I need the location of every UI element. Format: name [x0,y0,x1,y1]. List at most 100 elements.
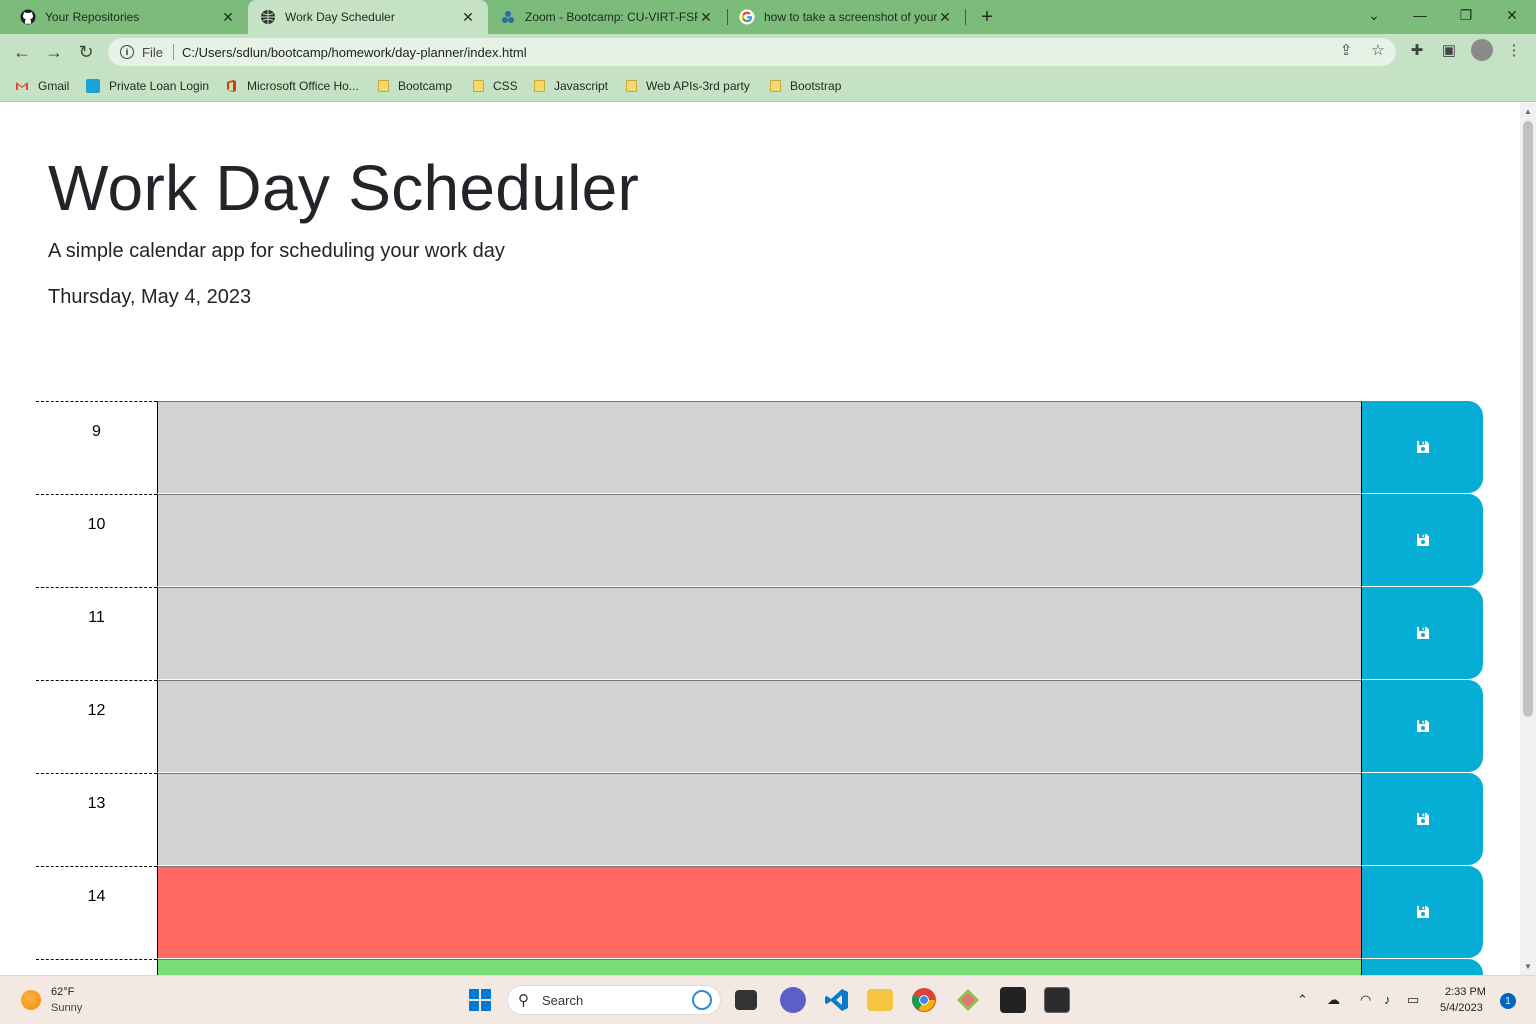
new-tab-button[interactable]: + [975,5,999,29]
save-button[interactable] [1362,401,1483,493]
save-button[interactable] [1362,494,1483,586]
teams-chat-icon[interactable] [780,987,806,1013]
extensions-icon[interactable]: ✚ [1407,40,1427,60]
terminal-icon[interactable] [1044,987,1070,1013]
save-floppy-icon [1416,533,1430,547]
bookmark-label: Web APIs-3rd party [646,79,750,93]
time-block-row: 14 [36,866,1483,959]
profile-avatar[interactable] [1471,39,1493,61]
page-scrollbar[interactable]: ▲ ▼ [1520,103,1536,975]
side-panel-icon[interactable]: ▣ [1439,40,1459,60]
url-text[interactable]: C:/Users/sdlun/bootcamp/homework/day-pla… [182,45,527,60]
close-window-button[interactable]: ✕ [1489,0,1535,30]
bookmark-folder-javascript[interactable]: Javascript [534,76,608,96]
bookmark-folder-bootcamp[interactable]: Bootcamp [378,76,452,96]
restore-button[interactable]: ❐ [1443,0,1489,30]
zoom-icon [500,9,516,25]
wifi-icon[interactable]: ◠ [1360,992,1371,1008]
time-block-container: 9 10 11 12 13 14 [36,401,1483,975]
time-block-row [36,959,1483,975]
bookmark-folder-bootstrap[interactable]: Bootstrap [770,76,841,96]
save-floppy-icon [1416,719,1430,733]
save-button[interactable] [1362,959,1483,975]
event-description-input[interactable] [157,680,1362,773]
gmail-icon [16,82,28,90]
hour-label: 13 [36,773,157,866]
tab-title: how to take a screenshot of your [764,10,937,24]
bookmark-label: Gmail [38,79,70,93]
save-button[interactable] [1362,866,1483,958]
back-button[interactable]: ← [10,40,34,64]
file-explorer-icon[interactable] [867,989,893,1011]
omnibox-divider [172,44,174,60]
scroll-up-arrow-icon[interactable]: ▲ [1524,107,1532,116]
notification-badge[interactable]: 1 [1500,993,1516,1009]
event-description-input[interactable] [157,773,1362,866]
event-description-input[interactable] [157,494,1362,587]
tab-google-search[interactable]: how to take a screenshot of your ✕ [727,0,965,34]
share-icon[interactable]: ⇪ [1336,40,1356,60]
weather-sun-icon[interactable] [21,990,41,1010]
event-description-input[interactable] [157,587,1362,680]
vscode-icon[interactable] [824,987,850,1013]
hour-label: 12 [36,680,157,773]
scroll-down-arrow-icon[interactable]: ▼ [1524,962,1532,971]
onedrive-cloud-icon[interactable]: ☁ [1327,992,1340,1008]
event-description-input[interactable] [157,959,1362,975]
bookmark-label: CSS [493,79,518,93]
scrollbar-thumb[interactable] [1523,121,1533,717]
git-app-icon[interactable] [955,987,981,1013]
save-floppy-icon [1416,626,1430,640]
event-description-input[interactable] [157,401,1362,494]
save-floppy-icon [1416,905,1430,919]
browser-toolbar: ← → ↻ i File C:/Users/sdlun/bootcamp/hom… [0,34,1536,70]
tab-strip: Your Repositories ✕ Work Day Scheduler ✕… [0,0,1536,34]
tab-work-day-scheduler[interactable]: Work Day Scheduler ✕ [248,0,488,34]
save-floppy-icon [1416,440,1430,454]
bookmark-folder-web-apis[interactable]: Web APIs-3rd party [626,76,750,96]
save-button[interactable] [1362,773,1483,865]
clock-time[interactable]: 2:33 PM [1445,986,1486,998]
save-button[interactable] [1362,680,1483,772]
bookmark-office[interactable]: Microsoft Office Ho... [224,76,359,96]
close-tab-icon[interactable]: ✕ [220,9,236,25]
tab-your-repositories[interactable]: Your Repositories ✕ [8,0,248,34]
address-bar[interactable]: i File C:/Users/sdlun/bootcamp/homework/… [108,38,1396,66]
folder-icon [473,80,484,92]
bookmark-folder-css[interactable]: CSS [473,76,518,96]
bing-icon[interactable] [692,990,712,1010]
event-description-input[interactable] [157,866,1362,959]
bookmark-private-loan[interactable]: Private Loan Login [86,76,209,96]
close-tab-icon[interactable]: ✕ [698,9,714,25]
save-button[interactable] [1362,587,1483,679]
close-tab-icon[interactable]: ✕ [937,9,953,25]
battery-icon[interactable]: ▭ [1407,992,1419,1008]
sticky-notes-icon[interactable] [1000,987,1026,1013]
google-icon [739,9,755,25]
menu-kebab-icon[interactable]: ⋮ [1504,40,1524,60]
volume-icon[interactable]: ♪ [1384,992,1391,1007]
hour-label [36,959,157,975]
task-view-icon[interactable] [735,990,757,1010]
weather-temp[interactable]: 62°F [51,986,74,998]
show-hidden-icons-icon[interactable]: ⌃ [1297,992,1308,1008]
tab-search-icon[interactable]: ⌄ [1351,0,1397,30]
time-block-row: 11 [36,587,1483,680]
bookmark-star-icon[interactable]: ☆ [1368,40,1388,60]
close-tab-icon[interactable]: ✕ [460,9,476,25]
bookmark-gmail[interactable]: Gmail [15,76,69,96]
windows-start-icon[interactable] [467,987,493,1013]
taskbar-search[interactable]: ⚲ Search [507,985,721,1015]
clock-date[interactable]: 5/4/2023 [1440,1002,1483,1014]
minimize-button[interactable]: — [1397,0,1443,30]
chrome-icon[interactable] [911,987,937,1013]
reload-button[interactable]: ↻ [74,40,98,64]
tab-title: Zoom - Bootcamp: CU-VIRT-FSF- [525,10,698,24]
time-block-row: 13 [36,773,1483,866]
tab-zoom[interactable]: Zoom - Bootcamp: CU-VIRT-FSF- ✕ [488,0,726,34]
tab-title: Work Day Scheduler [285,10,395,24]
info-icon[interactable]: i [120,45,134,59]
search-icon: ⚲ [518,992,529,1009]
weather-desc[interactable]: Sunny [51,1002,82,1014]
forward-button[interactable]: → [42,40,66,64]
